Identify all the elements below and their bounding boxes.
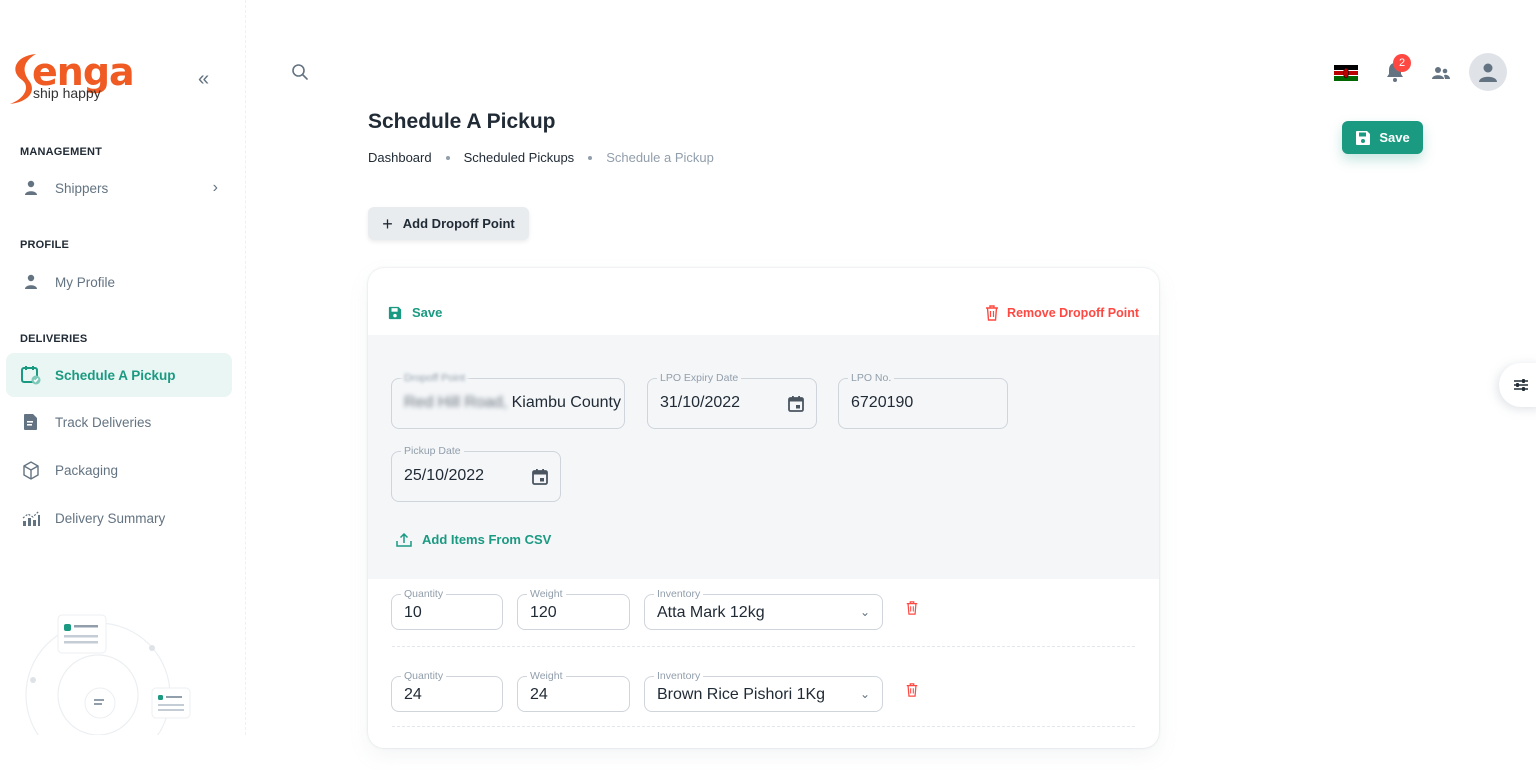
dropoff-point-card: Save Remove Dropoff Point Dropoff Point … xyxy=(368,268,1159,748)
section-title-management: MANAGEMENT xyxy=(20,146,103,158)
breadcrumb: Dashboard Scheduled Pickups Schedule a P… xyxy=(368,150,714,165)
person-icon xyxy=(21,272,41,292)
lpo-number-field[interactable]: LPO No. 6720190 xyxy=(838,372,1008,429)
dropoff-point-redacted-text: Red Hill Road, xyxy=(404,394,508,411)
add-items-from-csv-button[interactable]: Add Items From CSV xyxy=(396,532,551,547)
calendar-icon[interactable] xyxy=(787,395,805,413)
inventory-select[interactable]: Inventory Brown Rice Pishori 1Kg ⌄ xyxy=(644,670,883,712)
search-icon[interactable] xyxy=(290,62,310,82)
lpo-expiry-date-field[interactable]: LPO Expiry Date 31/10/2022 xyxy=(647,372,817,429)
user-avatar[interactable] xyxy=(1469,53,1507,91)
lpo-expiry-date-value: 31/10/2022 xyxy=(660,394,741,411)
settings-drawer-button[interactable] xyxy=(1499,363,1536,407)
sidebar-item-label: Packaging xyxy=(55,462,119,478)
collapse-sidebar-icon[interactable]: « xyxy=(198,68,209,91)
trash-icon xyxy=(986,305,999,321)
sidebar-item-label: Track Deliveries xyxy=(55,414,152,430)
weight-value: 24 xyxy=(530,686,548,703)
field-label: Inventory xyxy=(654,670,704,682)
save-button[interactable]: Save xyxy=(1342,121,1423,154)
field-label: Inventory xyxy=(654,588,704,600)
row-divider xyxy=(392,646,1135,647)
user-avatar-icon xyxy=(1479,63,1497,82)
sliders-icon xyxy=(1514,379,1528,391)
dropoff-point-field[interactable]: Dropoff Point Red Hill Road, Kiambu Coun… xyxy=(391,372,625,429)
sidebar: enga ship happy « MANAGEMENT Shippers › … xyxy=(0,0,246,735)
add-items-from-csv-label: Add Items From CSV xyxy=(422,532,552,547)
breadcrumb-dashboard[interactable]: Dashboard xyxy=(368,150,432,165)
field-label: Weight xyxy=(527,588,566,600)
notification-badge: 2 xyxy=(1393,54,1411,72)
calendar-check-icon xyxy=(21,365,41,385)
field-label: Dropoff Point xyxy=(401,372,469,384)
breadcrumb-separator xyxy=(588,155,593,160)
weight-field[interactable]: Weight 120 xyxy=(517,588,630,630)
section-title-deliveries: DELIVERIES xyxy=(20,333,88,345)
field-label: Quantity xyxy=(401,670,447,682)
sidebar-item-my-profile[interactable]: My Profile xyxy=(6,260,232,304)
page-title: Schedule A Pickup xyxy=(368,110,556,133)
field-label: Quantity xyxy=(401,588,447,600)
pickup-date-value: 25/10/2022 xyxy=(404,467,485,484)
breadcrumb-current: Schedule a Pickup xyxy=(606,150,714,165)
calendar-icon[interactable] xyxy=(531,468,549,486)
quantity-value: 10 xyxy=(404,604,422,621)
quantity-field[interactable]: Quantity 24 xyxy=(391,670,503,712)
dropoff-point-value: Red Hill Road, Kiambu County xyxy=(404,394,621,412)
chevron-right-icon: › xyxy=(212,179,218,196)
person-icon xyxy=(21,178,41,198)
breadcrumb-scheduled-pickups[interactable]: Scheduled Pickups xyxy=(464,150,575,165)
bar-chart-icon xyxy=(21,508,41,528)
add-dropoff-point-label: Add Dropoff Point xyxy=(402,216,515,231)
sidebar-item-delivery-summary[interactable]: Delivery Summary xyxy=(6,496,232,540)
remove-dropoff-point-button[interactable]: Remove Dropoff Point xyxy=(985,305,1139,321)
sidebar-item-label: Delivery Summary xyxy=(55,510,166,526)
weight-field[interactable]: Weight 24 xyxy=(517,670,630,712)
field-label: LPO Expiry Date xyxy=(657,372,742,384)
lpo-number-value: 6720190 xyxy=(851,394,914,411)
upload-icon xyxy=(396,532,412,547)
delete-item-icon[interactable] xyxy=(905,601,919,615)
floppy-disk-icon xyxy=(1356,130,1371,145)
sidebar-item-label: Shippers xyxy=(55,180,109,196)
chevron-down-icon: ⌄ xyxy=(859,687,870,701)
remove-dropoff-point-label: Remove Dropoff Point xyxy=(1007,306,1139,320)
sidebar-item-track-deliveries[interactable]: Track Deliveries xyxy=(6,400,232,444)
delete-item-icon[interactable] xyxy=(905,683,919,697)
card-save-label: Save xyxy=(412,305,443,320)
sidebar-item-label: Schedule A Pickup xyxy=(55,367,176,383)
plus-icon: + xyxy=(382,213,393,234)
brand-tagline: ship happy xyxy=(33,85,101,101)
field-label: Pickup Date xyxy=(401,445,464,457)
sidebar-item-packaging[interactable]: Packaging xyxy=(6,448,232,492)
breadcrumb-separator xyxy=(445,155,450,160)
document-icon xyxy=(21,412,41,432)
save-button-label: Save xyxy=(1379,130,1410,145)
inventory-value: Atta Mark 12kg xyxy=(657,604,765,621)
row-divider xyxy=(392,726,1135,727)
inventory-value: Brown Rice Pishori 1Kg xyxy=(657,686,826,703)
sidebar-item-schedule-pickup[interactable]: Schedule A Pickup xyxy=(6,353,232,397)
brand-logo[interactable]: enga ship happy xyxy=(8,50,138,110)
contacts-icon[interactable] xyxy=(1430,62,1452,84)
field-label: Weight xyxy=(527,670,566,682)
add-dropoff-point-button[interactable]: + Add Dropoff Point xyxy=(368,207,529,240)
card-save-button[interactable]: Save xyxy=(388,305,442,320)
box-icon xyxy=(21,460,41,480)
sidebar-item-shippers[interactable]: Shippers › xyxy=(6,166,232,210)
pickup-date-field[interactable]: Pickup Date 25/10/2022 xyxy=(391,445,561,502)
app-root: enga ship happy « MANAGEMENT Shippers › … xyxy=(0,0,1536,770)
floppy-disk-icon xyxy=(388,306,402,319)
field-label: LPO No. xyxy=(848,372,895,384)
sidebar-item-label: My Profile xyxy=(55,274,116,290)
section-title-profile: PROFILE xyxy=(20,239,70,251)
inventory-select[interactable]: Inventory Atta Mark 12kg ⌄ xyxy=(644,588,883,630)
quantity-field[interactable]: Quantity 10 xyxy=(391,588,503,630)
dropoff-point-county: Kiambu County xyxy=(511,394,621,411)
sidebar-illustration xyxy=(25,614,191,735)
quantity-value: 24 xyxy=(404,686,422,703)
kenya-flag-icon[interactable] xyxy=(1334,65,1358,81)
weight-value: 120 xyxy=(530,604,557,621)
chevron-down-icon: ⌄ xyxy=(859,605,870,619)
